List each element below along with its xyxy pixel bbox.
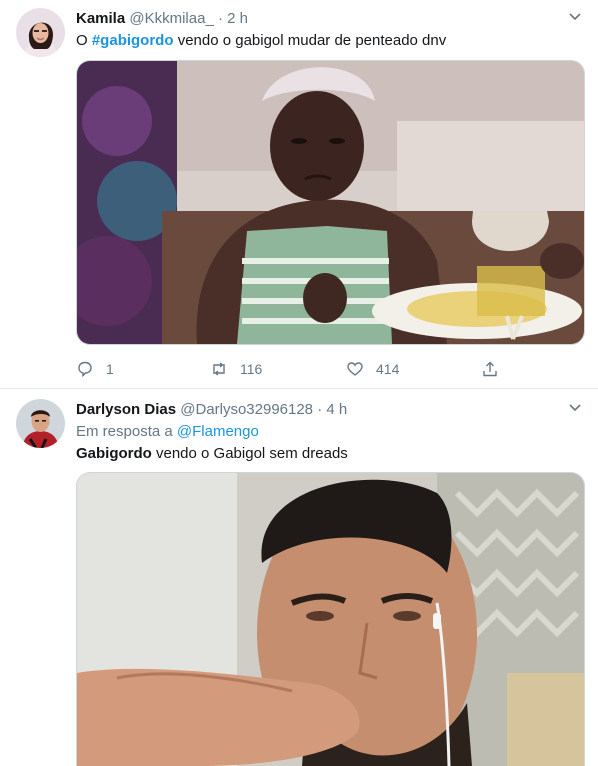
timestamp[interactable]: 2 h [227,10,248,27]
reply-count: 1 [106,361,114,377]
chevron-down-icon[interactable] [566,7,584,25]
tweet-text: Gabigordo vendo o Gabigol sem dreads [76,444,584,464]
retweet-icon [213,362,225,376]
share-icon [483,361,497,377]
reply-context: Em resposta a @Flamengo [76,422,584,442]
display-name[interactable]: Darlyson Dias [76,401,176,418]
tweet-text-suffix: vendo o Gabigol sem dreads [156,445,348,462]
like-button[interactable]: 414 [346,357,399,381]
timestamp[interactable]: 4 h [326,401,347,418]
tweet-text-suffix: vendo o gabigol mudar de penteado dnv [177,32,447,49]
display-name[interactable]: Kamila [76,10,125,27]
like-icon [347,362,363,376]
tweet-actions: 1 116 414 [76,357,506,381]
reply-prefix: Em resposta a [76,423,173,440]
reply-icon [78,361,92,378]
avatar[interactable] [16,399,65,448]
user-handle[interactable]: @Kkkmilaa_ [129,10,213,27]
tweet[interactable]: Kamila @Kkkmilaa_ · 2 h O #gabigordo ven… [0,0,598,389]
separator-dot: · [317,401,323,418]
share-button[interactable] [481,357,511,381]
separator-dot: · [217,10,223,27]
avatar[interactable] [16,8,65,57]
mention-link[interactable]: @Flamengo [177,423,259,440]
tweet-text-bold: Gabigordo [76,445,152,462]
chevron-down-icon[interactable] [566,398,584,416]
like-count: 414 [376,361,400,377]
tweet-text: O #gabigordo vendo o gabigol mudar de pe… [76,31,584,51]
retweet-count: 116 [240,361,263,377]
retweet-button[interactable]: 116 [210,357,262,381]
tweet[interactable]: Darlyson Dias @Darlyso32996128 · 4 h Em … [0,389,598,766]
tweet-photo[interactable] [76,472,585,766]
user-handle[interactable]: @Darlyso32996128 [180,401,313,418]
reply-button[interactable]: 1 [76,357,114,381]
hashtag-link[interactable]: #gabigordo [92,32,174,49]
tweet-photo[interactable] [76,60,585,345]
tweet-text-prefix: O [76,32,88,49]
